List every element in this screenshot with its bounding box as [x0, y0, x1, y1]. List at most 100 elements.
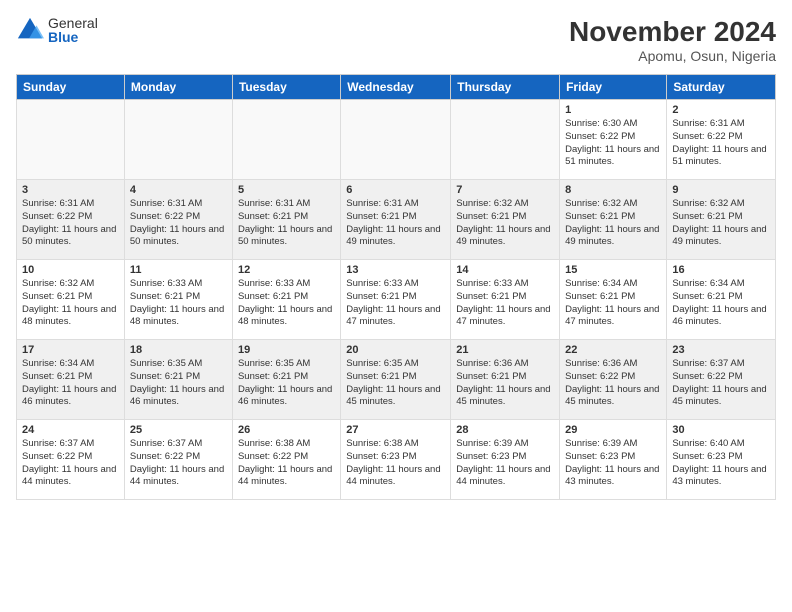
- day-number: 23: [672, 344, 770, 356]
- calendar-cell: 18Sunrise: 6:35 AM Sunset: 6:21 PM Dayli…: [124, 340, 232, 420]
- calendar-cell: 13 Sunrise: 6:33 AM Sunset: 6:21 PM Dayli…: [341, 260, 451, 340]
- day-detail: Sunrise: 6:38 AM Sunset: 6:22 PM Dayligh…: [238, 438, 335, 489]
- day-detail: Sunrise: 6:35 AM Sunset: 6:21 PM Dayligh…: [346, 358, 445, 409]
- logo-blue-text: Blue: [48, 30, 98, 44]
- day-number: 17: [22, 344, 119, 356]
- calendar-cell: 24 Sunrise: 6:37 AM Sunset: 6:22 PM Dayli…: [17, 420, 125, 500]
- day-detail: Sunrise: 6:40 AM Sunset: 6:23 PM Dayligh…: [672, 438, 770, 489]
- day-detail: Sunrise: 6:34 AM Sunset: 6:21 PM Dayligh…: [672, 278, 770, 329]
- week-row-1: 3 Sunrise: 6:31 AM Sunset: 6:22 PM Daylig…: [17, 180, 776, 260]
- day-detail: Sunrise: 6:32 AM Sunset: 6:21 PM Dayligh…: [456, 198, 554, 249]
- day-number: 16: [672, 264, 770, 276]
- day-detail: Sunrise: 6:32 AM Sunset: 6:21 PM Dayligh…: [672, 198, 770, 249]
- day-detail: Sunrise: 6:31 AM Sunset: 6:22 PM Dayligh…: [22, 198, 119, 249]
- day-detail: Sunrise: 6:36 AM Sunset: 6:21 PM Dayligh…: [456, 358, 554, 409]
- col-header-thursday: Thursday: [451, 75, 560, 100]
- day-detail: Sunrise: 6:33 AM Sunset: 6:21 PM Dayligh…: [346, 278, 445, 329]
- col-header-sunday: Sunday: [17, 75, 125, 100]
- calendar-cell: 25Sunrise: 6:37 AM Sunset: 6:22 PM Dayli…: [124, 420, 232, 500]
- calendar-cell: 3 Sunrise: 6:31 AM Sunset: 6:22 PM Daylig…: [17, 180, 125, 260]
- calendar-cell: 17 Sunrise: 6:34 AM Sunset: 6:21 PM Dayli…: [17, 340, 125, 420]
- calendar-cell: 8 Sunrise: 6:32 AM Sunset: 6:21 PM Daylig…: [560, 180, 667, 260]
- day-number: 11: [130, 264, 227, 276]
- day-number: 5: [238, 184, 335, 196]
- day-number: 2: [672, 104, 770, 116]
- calendar-cell: 20 Sunrise: 6:35 AM Sunset: 6:21 PM Dayli…: [341, 340, 451, 420]
- day-number: 28: [456, 424, 554, 436]
- location: Apomu, Osun, Nigeria: [569, 48, 776, 64]
- logo: General Blue: [16, 16, 98, 44]
- calendar-cell: 7 Sunrise: 6:32 AM Sunset: 6:21 PM Daylig…: [451, 180, 560, 260]
- calendar-table: SundayMondayTuesdayWednesdayThursdayFrid…: [16, 74, 776, 500]
- day-number: 8: [565, 184, 661, 196]
- day-number: 7: [456, 184, 554, 196]
- calendar-cell: 30 Sunrise: 6:40 AM Sunset: 6:23 PM Dayli…: [667, 420, 776, 500]
- col-header-saturday: Saturday: [667, 75, 776, 100]
- day-number: 15: [565, 264, 661, 276]
- day-detail: Sunrise: 6:33 AM Sunset: 6:21 PM Dayligh…: [238, 278, 335, 329]
- calendar-cell: 12 Sunrise: 6:33 AM Sunset: 6:21 PM Dayli…: [232, 260, 340, 340]
- week-row-4: 24 Sunrise: 6:37 AM Sunset: 6:22 PM Dayli…: [17, 420, 776, 500]
- logo-text: General Blue: [48, 16, 98, 44]
- week-row-3: 17 Sunrise: 6:34 AM Sunset: 6:21 PM Dayli…: [17, 340, 776, 420]
- week-row-2: 10 Sunrise: 6:32 AM Sunset: 6:21 PM Dayli…: [17, 260, 776, 340]
- calendar-cell: 28 Sunrise: 6:39 AM Sunset: 6:23 PM Dayli…: [451, 420, 560, 500]
- header: General Blue November 2024 Apomu, Osun, …: [16, 16, 776, 64]
- calendar-cell: [451, 100, 560, 180]
- col-header-wednesday: Wednesday: [341, 75, 451, 100]
- day-detail: Sunrise: 6:35 AM Sunset: 6:21 PM Dayligh…: [238, 358, 335, 409]
- page: General Blue November 2024 Apomu, Osun, …: [0, 0, 792, 612]
- day-number: 19: [238, 344, 335, 356]
- day-number: 3: [22, 184, 119, 196]
- col-header-monday: Monday: [124, 75, 232, 100]
- day-detail: Sunrise: 6:31 AM Sunset: 6:21 PM Dayligh…: [238, 198, 335, 249]
- day-number: 26: [238, 424, 335, 436]
- month-title: November 2024: [569, 16, 776, 48]
- calendar-cell: 2Sunrise: 6:31 AM Sunset: 6:22 PM Daylig…: [667, 100, 776, 180]
- day-number: 20: [346, 344, 445, 356]
- logo-general-text: General: [48, 16, 98, 30]
- day-number: 30: [672, 424, 770, 436]
- calendar-cell: 1 Sunrise: 6:30 AM Sunset: 6:22 PM Daylig…: [560, 100, 667, 180]
- day-detail: Sunrise: 6:36 AM Sunset: 6:22 PM Dayligh…: [565, 358, 661, 409]
- day-number: 4: [130, 184, 227, 196]
- calendar-cell: 22Sunrise: 6:36 AM Sunset: 6:22 PM Dayli…: [560, 340, 667, 420]
- calendar-cell: 26 Sunrise: 6:38 AM Sunset: 6:22 PM Dayli…: [232, 420, 340, 500]
- calendar-cell: 19 Sunrise: 6:35 AM Sunset: 6:21 PM Dayli…: [232, 340, 340, 420]
- calendar-cell: 11Sunrise: 6:33 AM Sunset: 6:21 PM Dayli…: [124, 260, 232, 340]
- day-number: 14: [456, 264, 554, 276]
- calendar-cell: 14Sunrise: 6:33 AM Sunset: 6:21 PM Dayli…: [451, 260, 560, 340]
- day-number: 29: [565, 424, 661, 436]
- calendar-cell: 4Sunrise: 6:31 AM Sunset: 6:22 PM Daylig…: [124, 180, 232, 260]
- day-number: 9: [672, 184, 770, 196]
- calendar-cell: 27Sunrise: 6:38 AM Sunset: 6:23 PM Dayli…: [341, 420, 451, 500]
- day-number: 1: [565, 104, 661, 116]
- calendar-cell: 21 Sunrise: 6:36 AM Sunset: 6:21 PM Dayli…: [451, 340, 560, 420]
- day-detail: Sunrise: 6:34 AM Sunset: 6:21 PM Dayligh…: [22, 358, 119, 409]
- title-section: November 2024 Apomu, Osun, Nigeria: [569, 16, 776, 64]
- week-row-0: 1 Sunrise: 6:30 AM Sunset: 6:22 PM Daylig…: [17, 100, 776, 180]
- day-detail: Sunrise: 6:32 AM Sunset: 6:21 PM Dayligh…: [565, 198, 661, 249]
- col-header-tuesday: Tuesday: [232, 75, 340, 100]
- day-number: 13: [346, 264, 445, 276]
- day-number: 21: [456, 344, 554, 356]
- calendar-cell: 23Sunrise: 6:37 AM Sunset: 6:22 PM Dayli…: [667, 340, 776, 420]
- day-detail: Sunrise: 6:39 AM Sunset: 6:23 PM Dayligh…: [565, 438, 661, 489]
- day-detail: Sunrise: 6:34 AM Sunset: 6:21 PM Dayligh…: [565, 278, 661, 329]
- day-number: 12: [238, 264, 335, 276]
- logo-icon: [16, 16, 44, 44]
- day-number: 24: [22, 424, 119, 436]
- day-detail: Sunrise: 6:35 AM Sunset: 6:21 PM Dayligh…: [130, 358, 227, 409]
- calendar-cell: 5 Sunrise: 6:31 AM Sunset: 6:21 PM Daylig…: [232, 180, 340, 260]
- calendar-cell: [17, 100, 125, 180]
- day-detail: Sunrise: 6:32 AM Sunset: 6:21 PM Dayligh…: [22, 278, 119, 329]
- day-detail: Sunrise: 6:30 AM Sunset: 6:22 PM Dayligh…: [565, 118, 661, 169]
- day-detail: Sunrise: 6:37 AM Sunset: 6:22 PM Dayligh…: [22, 438, 119, 489]
- calendar-cell: 6Sunrise: 6:31 AM Sunset: 6:21 PM Daylig…: [341, 180, 451, 260]
- header-row: SundayMondayTuesdayWednesdayThursdayFrid…: [17, 75, 776, 100]
- calendar-cell: [232, 100, 340, 180]
- day-detail: Sunrise: 6:39 AM Sunset: 6:23 PM Dayligh…: [456, 438, 554, 489]
- day-number: 10: [22, 264, 119, 276]
- day-number: 6: [346, 184, 445, 196]
- calendar-cell: [124, 100, 232, 180]
